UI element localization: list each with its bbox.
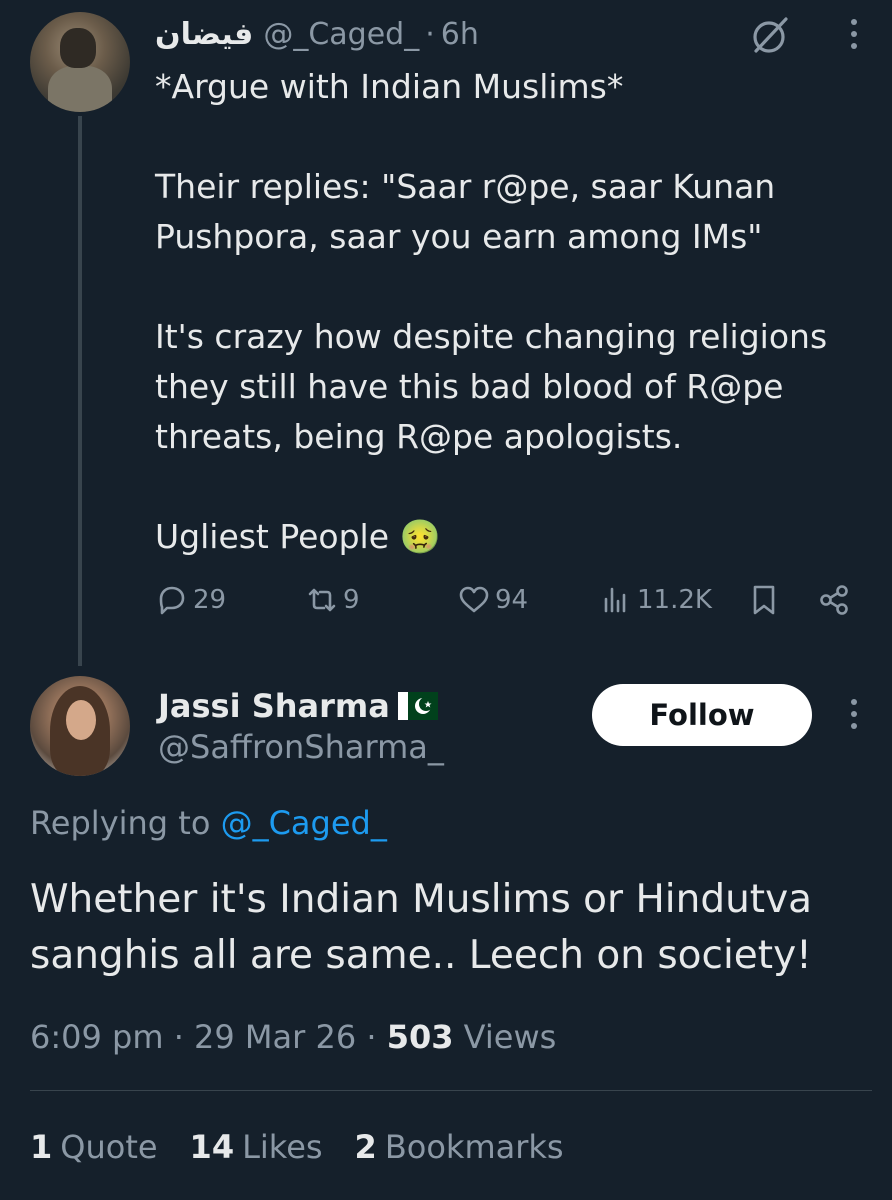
quotes-label: Quote: [60, 1128, 158, 1166]
quotes-stat[interactable]: 1 Quote: [30, 1128, 158, 1166]
divider: [30, 1090, 872, 1091]
parent-tweet-text: *Argue with Indian Muslims* Their replie…: [155, 62, 865, 562]
replying-to: Replying to @_Caged_: [30, 804, 387, 842]
follow-button[interactable]: Follow: [592, 684, 812, 746]
reply-count: 29: [193, 585, 227, 615]
parent-action-bar: 29 9 94 11.2K: [155, 578, 855, 622]
views-label: Views: [463, 1018, 557, 1056]
more-icon[interactable]: [842, 14, 866, 54]
reply-stats: 1 Quote 14 Likes 2 Bookmarks: [30, 1128, 596, 1166]
bookmark-button[interactable]: [747, 578, 785, 622]
parent-tweet-header: فيضان @_Caged_ · 6h: [155, 14, 479, 54]
avatar-face: [66, 700, 96, 740]
share-icon: [820, 585, 848, 615]
like-count: 94: [495, 585, 529, 615]
repost-button[interactable]: 9: [305, 578, 360, 622]
bookmarks-stat[interactable]: 2 Bookmarks: [355, 1128, 564, 1166]
reply-icon: [159, 586, 185, 615]
reply-name-row: Jassi Sharma: [158, 684, 438, 728]
reply-display-name[interactable]: Jassi Sharma: [158, 687, 390, 725]
tweet-paragraph: *Argue with Indian Muslims*: [155, 67, 624, 106]
grok-icon[interactable]: [748, 14, 792, 58]
tweet-paragraph: Their replies: "Saar r@pe, saar Kunan Pu…: [155, 167, 776, 256]
share-button[interactable]: [817, 578, 855, 622]
repost-count: 9: [343, 585, 360, 615]
replying-handle-link[interactable]: @_Caged_: [221, 804, 387, 842]
repost-icon: [308, 588, 336, 612]
meta-separator: ·: [173, 1018, 184, 1056]
thread-line: [78, 116, 82, 666]
reply-date[interactable]: 29 Mar 26: [194, 1018, 356, 1056]
views-button[interactable]: 11.2K: [599, 578, 712, 622]
replying-prefix: Replying to: [30, 804, 211, 842]
avatar-figure-body: [48, 66, 112, 112]
reply-tweet-text: Whether it's Indian Muslims or Hindutva …: [30, 877, 813, 978]
avatar-figure-head: [60, 28, 96, 68]
like-icon: [459, 586, 489, 613]
parent-time[interactable]: 6h: [441, 17, 479, 52]
reply-avatar[interactable]: [30, 676, 130, 776]
pakistan-flag-icon: [397, 692, 438, 720]
meta-separator: ·: [366, 1018, 377, 1056]
bookmarks-count: 2: [354, 1128, 377, 1166]
tweet-paragraph: It's crazy how despite changing religion…: [155, 317, 828, 456]
reply-button[interactable]: 29: [155, 578, 226, 622]
bookmark-icon: [753, 585, 775, 615]
views-count: 503: [386, 1018, 454, 1056]
tweet-paragraph: Ugliest People 🤢: [155, 517, 441, 556]
parent-display-name[interactable]: فيضان: [155, 17, 253, 52]
reply-handle[interactable]: @SaffronSharma_: [158, 728, 444, 766]
quotes-count: 1: [30, 1128, 53, 1166]
bookmarks-label: Bookmarks: [384, 1128, 564, 1166]
views-icon: [604, 587, 626, 613]
likes-count: 14: [189, 1128, 235, 1166]
likes-stat[interactable]: 14 Likes: [190, 1128, 323, 1166]
reply-time[interactable]: 6:09 pm: [30, 1018, 164, 1056]
reply-meta: 6:09 pm · 29 Mar 26 · 503 Views: [30, 1018, 556, 1056]
parent-avatar[interactable]: [30, 12, 130, 112]
like-button[interactable]: 94: [457, 578, 528, 622]
more-icon[interactable]: [842, 692, 866, 736]
views-count: 11.2K: [637, 585, 712, 615]
parent-handle[interactable]: @_Caged_: [263, 17, 419, 52]
header-separator: ·: [425, 16, 435, 52]
likes-label: Likes: [242, 1128, 323, 1166]
